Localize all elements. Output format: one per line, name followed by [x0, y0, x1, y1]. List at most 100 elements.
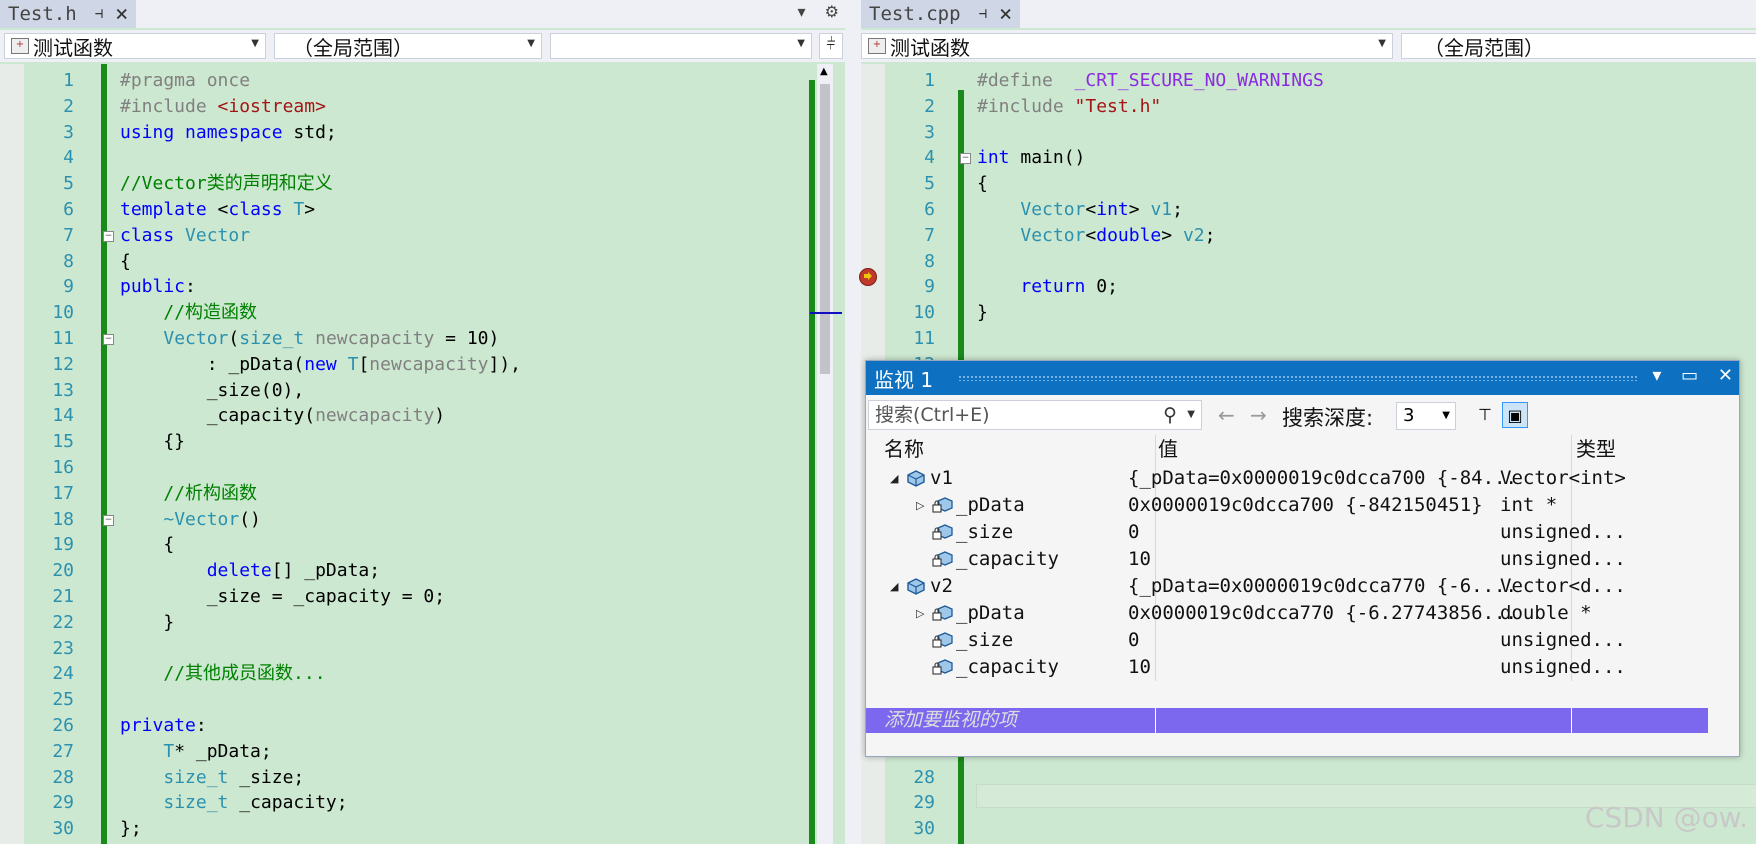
code-line[interactable]: Vector(size_t newcapacity = 10)	[120, 326, 499, 352]
code-line[interactable]: public:	[120, 274, 196, 300]
search-placeholder: 搜索(Ctrl+E)	[875, 404, 990, 426]
code-line[interactable]: size_t _size;	[120, 765, 304, 791]
add-watch-row[interactable]: 添加要监视的项	[866, 708, 1708, 733]
chevron-down-icon[interactable]: ▼	[1187, 401, 1195, 429]
code-line[interactable]: T* _pData;	[120, 739, 272, 765]
watch-row[interactable]: _size 0 unsigned...	[866, 627, 1708, 654]
pin-icon[interactable]: ⊣	[979, 6, 987, 22]
member-combo[interactable]: ▼	[550, 33, 812, 59]
code-line[interactable]: //其他成员函数...	[120, 661, 325, 687]
code-token: <	[1085, 224, 1097, 246]
code-line[interactable]: _capacity(newcapacity)	[120, 403, 445, 429]
watch-row[interactable]: ▷ _pData 0x0000019c0dcca770 {-6.27743856..…	[866, 600, 1708, 627]
close-icon[interactable]: ✕	[1718, 365, 1733, 386]
code-line[interactable]: //析构函数	[120, 481, 257, 507]
close-icon[interactable]: ×	[115, 2, 128, 27]
pin-to-source-icon[interactable]: ⊤	[1472, 402, 1498, 428]
line-number: 7	[924, 224, 935, 246]
column-header-value[interactable]: 值	[1158, 435, 1178, 463]
code-line[interactable]: #include <iostream>	[120, 94, 326, 120]
watch-row[interactable]: ◢ v2 {_pData=0x0000019c0dcca770 {-6.... Vec…	[866, 573, 1708, 600]
field-lock-icon	[932, 523, 953, 541]
line-number: 27	[52, 740, 74, 762]
chevron-down-icon[interactable]: ▾	[798, 2, 806, 21]
search-icon[interactable]: ⚲	[1163, 401, 1177, 429]
code-line[interactable]: int main()	[977, 145, 1085, 171]
code-token: _size;	[228, 766, 305, 788]
watch-title-bar[interactable]: 监视 1 ▾ ▭ ✕	[866, 361, 1739, 395]
back-arrow-icon[interactable]: ←	[1218, 403, 1235, 427]
line-number: 11	[913, 328, 935, 349]
search-depth-combo[interactable]: 3 ▼	[1396, 402, 1456, 430]
hex-display-icon[interactable]: ▣	[1502, 402, 1528, 428]
watch-row[interactable]: _capacity 10 unsigned...	[866, 546, 1708, 573]
breakpoint-arrow-icon[interactable]	[859, 268, 877, 286]
code-line[interactable]: Vector<double> v2;	[977, 223, 1215, 249]
code-line[interactable]: {}	[120, 429, 185, 455]
code-line[interactable]: #include "Test.h"	[977, 94, 1161, 120]
code-line[interactable]: #pragma once	[120, 68, 250, 94]
fold-toggle-icon[interactable]: −	[103, 230, 114, 242]
code-line[interactable]: Vector<int> v1;	[977, 197, 1183, 223]
watch-row[interactable]: _size 0 unsigned...	[866, 519, 1708, 546]
collapse-icon[interactable]: ◢	[890, 465, 898, 492]
code-token: private	[120, 715, 196, 736]
maximize-icon[interactable]: ▭	[1681, 365, 1698, 386]
expand-icon[interactable]: ▷	[916, 492, 924, 519]
code-line[interactable]: }	[977, 300, 988, 326]
left-code-area[interactable]: 1 #pragma once 2 #include <iostream> 3 using …	[0, 64, 845, 844]
code-token: _size = _capacity = 0;	[120, 586, 446, 607]
chevron-down-icon[interactable]: ▾	[1652, 365, 1661, 386]
code-line[interactable]: {	[120, 249, 131, 275]
scope-combo[interactable]: （全局范围）	[1401, 33, 1756, 60]
watermark: CSDN @ow.	[1584, 801, 1748, 834]
scroll-up-icon[interactable]: ▲	[820, 66, 828, 77]
project-combo[interactable]: + 测试函数 ▼	[4, 33, 266, 60]
code-line[interactable]: //构造函数	[120, 300, 257, 326]
column-header-type[interactable]: 类型	[1576, 435, 1616, 463]
code-line[interactable]: #define _CRT_SECURE_NO_WARNINGS	[977, 68, 1324, 94]
pin-icon[interactable]: ⊣	[95, 6, 103, 22]
code-line[interactable]: delete[] _pData;	[120, 558, 380, 584]
scope-combo[interactable]: （全局范围） ▼	[274, 33, 542, 60]
column-divider	[1571, 708, 1572, 733]
code-line[interactable]: //Vector类的声明和定义	[120, 171, 333, 197]
gear-icon[interactable]: ⚙	[825, 2, 839, 21]
fold-toggle-icon[interactable]: −	[960, 153, 971, 165]
left-vertical-scrollbar[interactable]: ▲	[817, 64, 833, 844]
tab-test-h[interactable]: Test.h ⊣ ×	[0, 0, 137, 28]
code-token: * _pData;	[174, 740, 272, 762]
line-number: 24	[52, 663, 74, 685]
code-line[interactable]: using namespace std;	[120, 120, 337, 146]
fold-toggle-icon[interactable]: −	[103, 334, 114, 345]
code-line[interactable]: }	[120, 610, 174, 636]
watch-row[interactable]: ▷ _pData 0x0000019c0dcca700 {-842150451} in…	[866, 492, 1708, 519]
code-line[interactable]: };	[120, 816, 142, 842]
watch-row[interactable]: ◢ v1 {_pData=0x0000019c0dcca700 {-84... Vec…	[866, 465, 1708, 492]
code-line[interactable]: return 0;	[977, 274, 1118, 300]
code-line[interactable]: private:	[120, 713, 207, 739]
forward-arrow-icon[interactable]: →	[1250, 403, 1267, 427]
project-combo[interactable]: + 测试函数 ▼	[861, 33, 1393, 60]
code-line[interactable]: ~Vector()	[120, 507, 261, 533]
code-line[interactable]: : _pData(new T[newcapacity]),	[120, 352, 521, 378]
code-line[interactable]: size_t _capacity;	[120, 790, 347, 816]
code-token: {}	[120, 431, 186, 453]
code-line[interactable]: class Vector	[120, 223, 250, 249]
tab-test-cpp[interactable]: Test.cpp ⊣ ×	[861, 0, 1021, 28]
column-header-name[interactable]: 名称	[884, 435, 924, 463]
split-icon[interactable]: ⫩	[819, 33, 843, 59]
code-line[interactable]: _size(0),	[120, 378, 305, 404]
collapse-icon[interactable]: ◢	[890, 573, 898, 600]
code-line[interactable]: {	[120, 532, 174, 558]
watch-row[interactable]: _capacity 10 unsigned...	[866, 654, 1708, 681]
close-icon[interactable]: ×	[999, 2, 1012, 27]
code-line[interactable]: _size = _capacity = 0;	[120, 584, 445, 610]
code-line[interactable]: {	[977, 171, 988, 197]
watch-search-input[interactable]: 搜索(Ctrl+E) ⚲ ▼	[868, 400, 1202, 430]
expand-icon[interactable]: ▷	[916, 600, 924, 627]
code-line[interactable]: template <class T>	[120, 197, 315, 223]
fold-toggle-icon[interactable]: −	[103, 514, 114, 526]
scroll-thumb[interactable]	[820, 84, 830, 374]
